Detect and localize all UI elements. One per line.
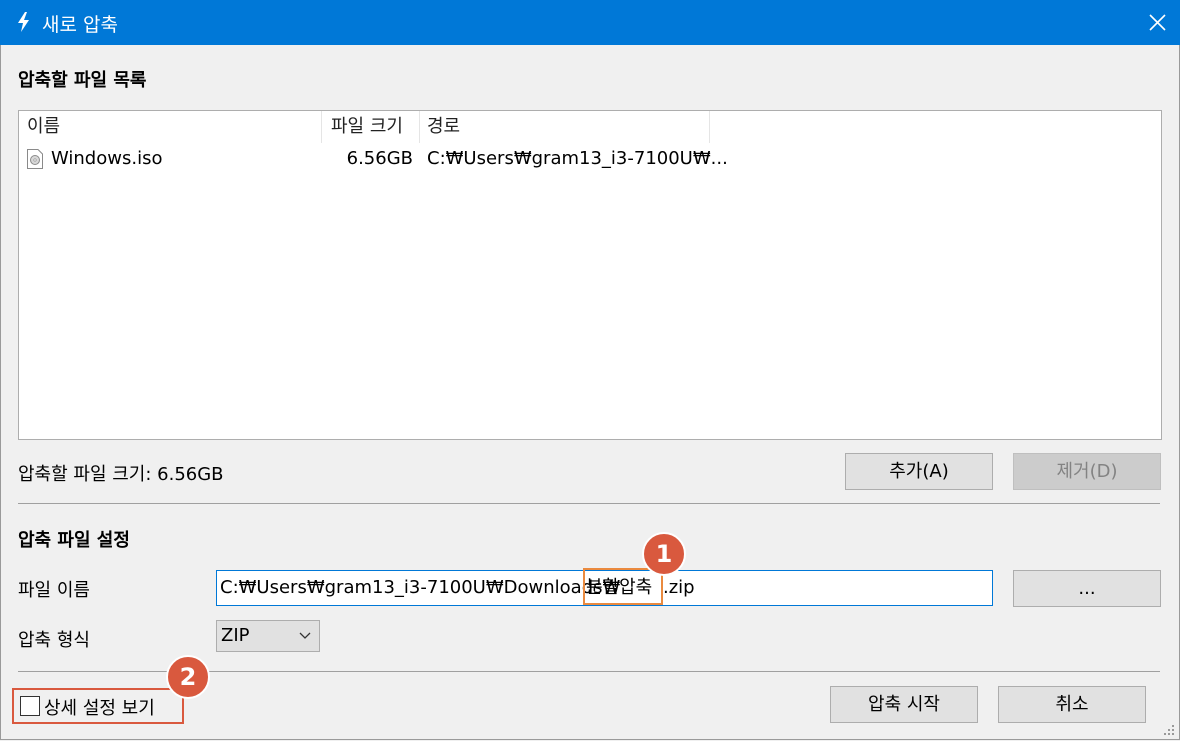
annotation-badge-1: 1 [642,532,686,576]
disc-image-file-icon [27,149,43,169]
filename-suffix: .zip [663,577,695,598]
title-bar [0,0,1180,45]
filename-highlight-box [583,568,663,605]
section-divider [18,503,1160,504]
cancel-button[interactable]: 취소 [998,686,1146,723]
column-header-name[interactable]: 이름 [27,111,60,143]
add-button[interactable]: 추가(A) [845,453,993,490]
format-value: ZIP [221,625,250,646]
file-list-section-title: 압축할 파일 목록 [18,70,147,91]
detail-settings-checkbox[interactable] [20,696,40,716]
column-header-path[interactable]: 경로 [427,111,460,143]
window-title: 새로 압축 [42,14,118,36]
filename-prefix: C:₩Users₩gram13_i3-7100U₩Downloads₩ [220,577,621,598]
settings-section-title: 압축 파일 설정 [18,530,130,551]
total-size-label: 압축할 파일 크기: 6.56GB [18,464,224,485]
file-name-cell: Windows.iso [51,148,163,169]
column-separator [419,111,420,143]
start-compression-button[interactable]: 압축 시작 [830,686,978,723]
browse-button[interactable]: ... [1013,570,1161,607]
chevron-down-icon [299,632,311,639]
filename-label: 파일 이름 [18,580,90,601]
annotation-badge-2: 2 [166,655,210,699]
column-separator [321,111,322,143]
close-button[interactable] [1134,0,1180,45]
file-path-cell: C:₩Users₩gram13_i3-7100U₩... [427,148,728,169]
format-select[interactable]: ZIP [216,620,320,652]
resize-grip-icon[interactable] [1162,722,1176,736]
detail-settings-label[interactable]: 상세 설정 보기 [44,694,155,720]
remove-button[interactable]: 제거(D) [1013,453,1161,490]
close-icon [1149,14,1166,31]
file-size-cell: 6.56GB [346,148,413,169]
column-header-size[interactable]: 파일 크기 [331,111,403,143]
format-label: 압축 형식 [18,630,90,651]
lightning-icon [14,11,34,33]
file-list-view[interactable]: 이름 파일 크기 경로 Windows.iso 6.56GB C:₩Users₩… [18,110,1162,440]
column-separator [709,111,710,143]
